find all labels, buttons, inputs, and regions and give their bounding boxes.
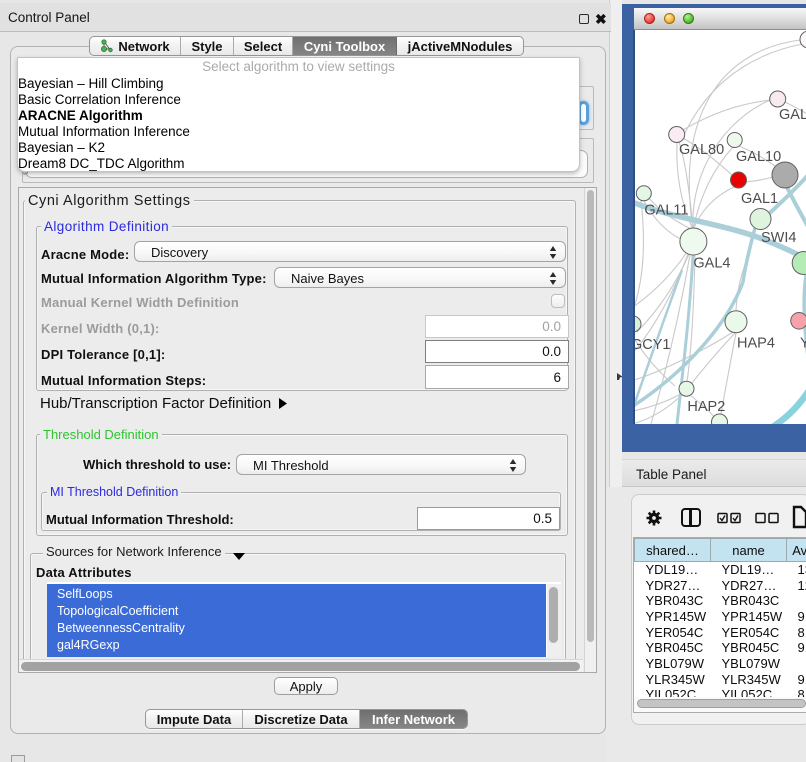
svg-text:YER: YER: [800, 336, 806, 352]
svg-text:GAL4: GAL4: [693, 256, 730, 272]
svg-text:SWI4: SWI4: [761, 230, 796, 246]
svg-text:HAP4: HAP4: [737, 336, 775, 352]
svg-text:GAL10: GAL10: [736, 149, 781, 165]
svg-text:GAL11: GAL11: [644, 203, 688, 219]
svg-text:GAL1: GAL1: [741, 191, 778, 207]
svg-text:GCY1: GCY1: [635, 337, 671, 353]
svg-text:HAP2: HAP2: [687, 399, 725, 415]
svg-text:GAL7: GAL7: [779, 107, 806, 123]
svg-text:GAL80: GAL80: [679, 142, 724, 158]
